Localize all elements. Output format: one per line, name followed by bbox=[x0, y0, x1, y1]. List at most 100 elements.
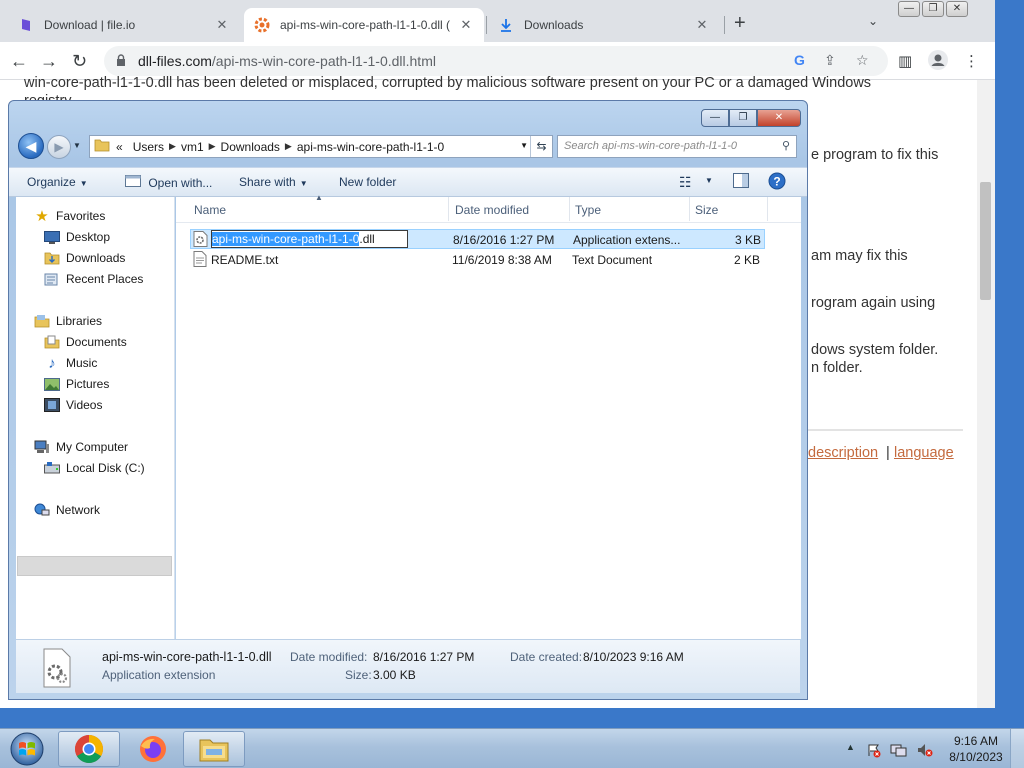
nav-documents[interactable]: Documents bbox=[44, 332, 127, 352]
column-date-modified[interactable]: Date modified bbox=[455, 203, 529, 217]
organize-label: Organize bbox=[27, 175, 76, 189]
change-view-icon[interactable]: ☷ bbox=[679, 174, 692, 191]
tab-close-icon[interactable]: ✕ bbox=[458, 17, 474, 33]
text-file-icon bbox=[193, 251, 207, 270]
maximize-button[interactable]: ❐ bbox=[922, 1, 944, 17]
chevron-right-icon[interactable]: ▶ bbox=[209, 141, 216, 152]
page-scrollbar[interactable] bbox=[977, 80, 995, 708]
close-button[interactable]: ✕ bbox=[946, 1, 968, 17]
side-panel-icon[interactable]: ▥ bbox=[898, 52, 912, 70]
taskbar-chrome-button[interactable] bbox=[58, 731, 120, 767]
tab-fileio[interactable]: Download | file.io ✕ bbox=[8, 8, 240, 42]
details-date-created-label: Date created: bbox=[510, 650, 583, 664]
start-orb-icon[interactable] bbox=[4, 730, 50, 768]
column-type[interactable]: Type bbox=[575, 203, 601, 217]
nav-label: Music bbox=[66, 356, 98, 370]
nav-desktop[interactable]: Desktop bbox=[44, 227, 110, 247]
show-desktop-button[interactable] bbox=[1010, 729, 1024, 768]
tab-search-icon[interactable]: ⌄ bbox=[868, 14, 878, 28]
search-icon[interactable]: ⚲ bbox=[782, 139, 790, 152]
network-status-icon[interactable] bbox=[890, 742, 908, 761]
nav-my-computer[interactable]: My Computer bbox=[34, 437, 128, 457]
preview-pane-icon[interactable] bbox=[733, 173, 749, 191]
scrollbar-thumb[interactable] bbox=[980, 182, 991, 300]
command-bar: Organize ▼ Open with... Share with ▼ New f… bbox=[9, 167, 807, 197]
share-icon[interactable]: ⇪ bbox=[824, 52, 836, 69]
file-row-dll[interactable]: api-ms-win-core-path-l1-1-0.dll 8/16/201… bbox=[190, 229, 765, 249]
address-dropdown-icon[interactable]: ▼ bbox=[520, 141, 528, 150]
explorer-address-bar[interactable]: « Users ▶ vm1 ▶ Downloads ▶ api-ms-win-c… bbox=[89, 135, 553, 158]
explorer-search-input[interactable]: Search api-ms-win-core-path-l1-1-0 ⚲ bbox=[557, 135, 797, 158]
rename-input[interactable]: api-ms-win-core-path-l1-1-0.dll bbox=[211, 230, 408, 248]
tab-downloads[interactable]: Downloads ✕ bbox=[488, 8, 720, 42]
maximize-button[interactable]: ❐ bbox=[729, 109, 757, 127]
column-name[interactable]: Name bbox=[194, 203, 226, 217]
description-link[interactable]: description bbox=[808, 445, 878, 461]
volume-muted-icon[interactable] bbox=[916, 742, 934, 761]
recent-pages-dropdown-icon[interactable]: ▼ bbox=[73, 141, 81, 150]
help-icon[interactable]: ? bbox=[768, 172, 786, 193]
nav-downloads[interactable]: Downloads bbox=[44, 248, 125, 268]
nav-label: Desktop bbox=[66, 230, 111, 244]
action-center-icon[interactable] bbox=[866, 742, 882, 761]
new-tab-button[interactable]: + bbox=[734, 12, 746, 35]
language-link[interactable]: language bbox=[894, 445, 954, 461]
back-arrow-icon[interactable]: ← bbox=[10, 51, 28, 72]
file-size: 2 KB bbox=[734, 253, 761, 267]
forward-arrow-icon[interactable]: → bbox=[40, 51, 58, 72]
url-domain: dll-files.com bbox=[138, 53, 212, 69]
url-path: /api-ms-win-core-path-l1-1-0.dll.html bbox=[211, 53, 436, 69]
tab-dll-files[interactable]: api-ms-win-core-path-l1-1-0.dll ( ✕ bbox=[244, 8, 484, 42]
refresh-icon[interactable]: ⇆ bbox=[530, 136, 552, 157]
chevron-right-icon[interactable]: ▶ bbox=[169, 141, 176, 152]
file-row-readme[interactable]: README.txt 11/6/2019 8:38 AM Text Docume… bbox=[190, 250, 765, 270]
column-headers: Name ▲ Date modified Type Size bbox=[176, 193, 801, 223]
google-lens-icon[interactable]: G bbox=[794, 52, 805, 68]
taskbar-explorer-button[interactable] bbox=[183, 731, 245, 767]
taskbar-firefox-button[interactable] bbox=[122, 731, 184, 767]
column-size[interactable]: Size bbox=[695, 203, 718, 217]
dll-large-icon bbox=[43, 648, 71, 688]
column-divider[interactable] bbox=[569, 197, 570, 221]
view-dropdown-icon[interactable]: ▼ bbox=[705, 176, 713, 185]
crumb-current-folder[interactable]: api-ms-win-core-path-l1-1-0 bbox=[297, 140, 444, 154]
show-hidden-icons-button[interactable]: ▲ bbox=[846, 742, 855, 752]
nav-network[interactable]: Network bbox=[34, 500, 100, 520]
address-overflow[interactable]: « bbox=[116, 140, 123, 154]
nav-local-disk[interactable]: Local Disk (C:) bbox=[44, 458, 145, 478]
nav-videos[interactable]: Videos bbox=[44, 395, 102, 415]
crumb-downloads[interactable]: Downloads bbox=[221, 140, 280, 154]
tab-close-icon[interactable]: ✕ bbox=[214, 17, 230, 33]
share-with-button[interactable]: Share with ▼ bbox=[239, 175, 308, 189]
close-button[interactable]: ✕ bbox=[757, 109, 801, 127]
address-bar[interactable]: dll-files.com/api-ms-win-core-path-l1-1-… bbox=[104, 46, 888, 76]
minimize-button[interactable]: — bbox=[898, 1, 920, 17]
back-button[interactable]: ◀ bbox=[18, 133, 44, 159]
new-folder-button[interactable]: New folder bbox=[339, 175, 396, 189]
nav-libraries[interactable]: Libraries bbox=[34, 311, 102, 331]
column-divider[interactable] bbox=[689, 197, 690, 221]
crumb-vm1[interactable]: vm1 bbox=[181, 140, 204, 154]
download-favicon-icon bbox=[498, 17, 514, 33]
minimize-button[interactable]: — bbox=[701, 109, 729, 127]
open-with-button[interactable]: Open with... bbox=[125, 175, 212, 190]
crumb-users[interactable]: Users bbox=[133, 140, 164, 154]
organize-button[interactable]: Organize ▼ bbox=[27, 175, 88, 189]
column-divider[interactable] bbox=[767, 197, 768, 221]
profile-avatar-icon[interactable] bbox=[928, 50, 948, 74]
chrome-menu-icon[interactable]: ⋮ bbox=[964, 52, 979, 70]
nav-music[interactable]: ♪ Music bbox=[44, 353, 97, 373]
reload-icon[interactable]: ↻ bbox=[72, 51, 87, 72]
downloads-folder-icon bbox=[44, 251, 60, 265]
nav-label: Videos bbox=[66, 398, 103, 412]
nav-favorites[interactable]: ★ Favorites bbox=[34, 206, 105, 226]
chevron-right-icon[interactable]: ▶ bbox=[285, 141, 292, 152]
bookmark-star-icon[interactable]: ☆ bbox=[856, 52, 869, 69]
nav-recent-places[interactable]: Recent Places bbox=[44, 269, 143, 289]
tab-separator bbox=[486, 16, 487, 34]
tab-close-icon[interactable]: ✕ bbox=[694, 17, 710, 33]
taskbar-clock[interactable]: 9:16 AM 8/10/2023 bbox=[948, 733, 1004, 765]
nav-pictures[interactable]: Pictures bbox=[44, 374, 109, 394]
column-divider[interactable] bbox=[448, 197, 449, 221]
forward-button[interactable]: ▶ bbox=[47, 135, 71, 159]
